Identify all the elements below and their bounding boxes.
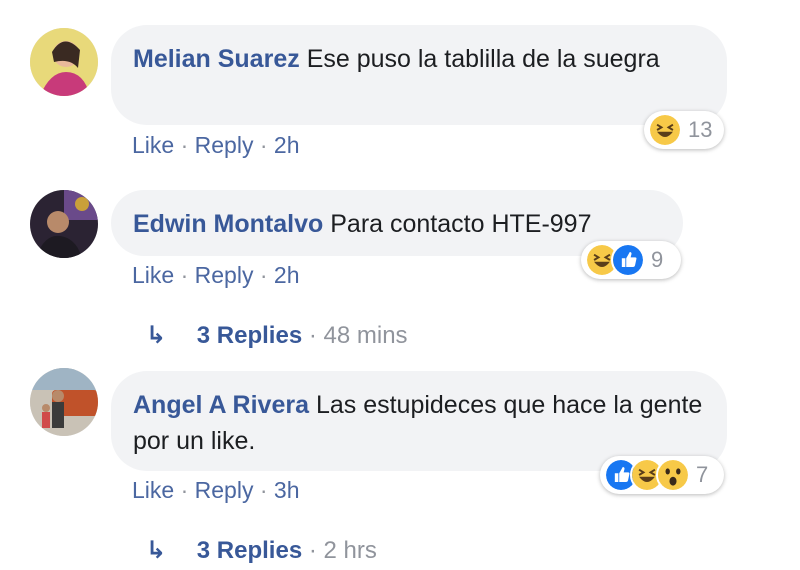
comment-author[interactable]: Melian Suarez	[133, 45, 300, 73]
comment-thread: Melian Suarez Ese puso la tablilla de la…	[0, 0, 800, 570]
view-replies[interactable]: ↳ 3 Replies · 48 mins	[146, 321, 408, 350]
replies-time: 48 mins	[323, 322, 408, 349]
avatar-angel-a-rivera[interactable]	[30, 368, 98, 436]
reaction-summary[interactable]: 9	[581, 241, 681, 279]
reply-link[interactable]: Reply	[195, 262, 254, 288]
separator: ·	[259, 132, 274, 158]
wow-icon	[656, 458, 690, 492]
like-link[interactable]: Like	[132, 477, 174, 503]
reaction-count: 7	[696, 462, 709, 487]
reply-link[interactable]: Reply	[195, 132, 254, 158]
comment-text: Ese puso la tablilla de la suegra	[306, 45, 660, 73]
comment-author[interactable]: Angel A Rivera	[133, 391, 309, 419]
avatar-edwin-montalvo[interactable]	[30, 190, 98, 258]
comment-actions: Like · Reply · 2h	[132, 132, 300, 159]
replies-link[interactable]: 3 Replies	[197, 537, 302, 564]
replies-link[interactable]: 3 Replies	[197, 322, 302, 349]
haha-icon	[648, 113, 682, 147]
reaction-summary[interactable]: 7	[600, 456, 724, 494]
view-replies[interactable]: ↳ 3 Replies · 2 hrs	[146, 536, 377, 565]
avatar-melian-suarez[interactable]	[30, 28, 98, 96]
separator: ·	[308, 322, 324, 349]
reaction-count: 9	[651, 247, 664, 272]
separator: ·	[259, 262, 274, 288]
like-icon	[611, 243, 645, 277]
comment-bubble: Melian Suarez Ese puso la tablilla de la…	[111, 25, 727, 125]
reply-link[interactable]: Reply	[195, 477, 254, 503]
comment-actions: Like · Reply · 3h	[132, 477, 300, 504]
separator: ·	[180, 477, 195, 503]
separator: ·	[180, 132, 195, 158]
separator: ·	[180, 262, 195, 288]
timestamp-link[interactable]: 3h	[274, 477, 300, 503]
separator: ·	[259, 477, 274, 503]
like-link[interactable]: Like	[132, 132, 174, 158]
reply-arrow-icon: ↳	[146, 322, 167, 349]
separator: ·	[308, 537, 324, 564]
like-link[interactable]: Like	[132, 262, 174, 288]
reaction-count: 13	[688, 117, 713, 142]
timestamp-link[interactable]: 2h	[274, 132, 300, 158]
comment-author[interactable]: Edwin Montalvo	[133, 210, 323, 238]
reply-arrow-icon: ↳	[146, 537, 167, 564]
timestamp-link[interactable]: 2h	[274, 262, 300, 288]
comment-text: Para contacto HTE-997	[330, 210, 592, 238]
replies-time: 2 hrs	[323, 537, 377, 564]
comment-actions: Like · Reply · 2h	[132, 262, 300, 289]
reaction-summary[interactable]: 13	[644, 111, 724, 149]
